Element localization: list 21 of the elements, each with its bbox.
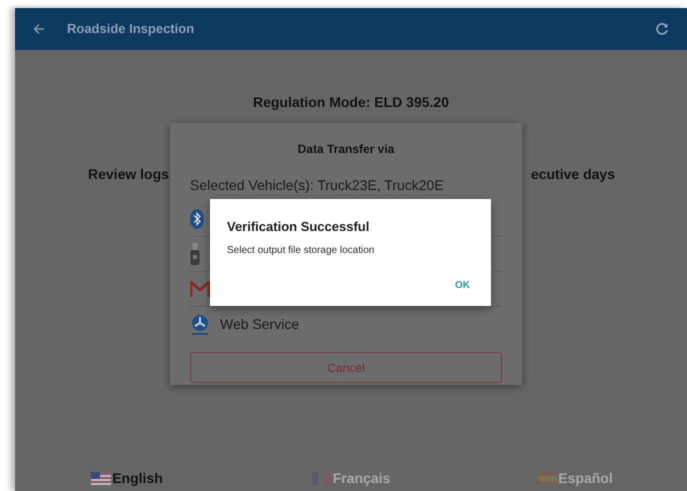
language-option[interactable]: Español <box>537 468 613 489</box>
ok-button[interactable]: OK <box>453 278 472 293</box>
round-logo-icon[interactable] <box>190 314 210 336</box>
alert-message: Select output file storage location <box>227 244 376 258</box>
refresh-icon[interactable] <box>655 22 669 36</box>
regulation-mode-heading: Regulation Mode: ELD 395.20 <box>252 93 450 112</box>
flag-icon <box>312 472 332 485</box>
flag-icon <box>91 472 112 485</box>
selected-vehicles-text: Selected Vehicle(s): Truck23E, Truck20E <box>190 176 445 195</box>
back-arrow-icon[interactable] <box>33 23 45 35</box>
language-option[interactable]: Français <box>312 468 390 489</box>
cancel-button[interactable]: Cancel <box>190 352 502 383</box>
dialog-title: Data Transfer via <box>298 141 394 158</box>
alert-title: Verification Successful <box>227 218 370 236</box>
background-label: ecutive days <box>530 165 615 184</box>
usb-drive-icon[interactable] <box>190 243 200 265</box>
background-label: Review logs <box>88 165 169 184</box>
bluetooth-icon[interactable] <box>190 209 204 229</box>
language-option[interactable]: English <box>91 468 163 489</box>
screen-title: Roadside Inspection <box>67 20 196 38</box>
option-label[interactable]: Web Service <box>220 314 300 335</box>
